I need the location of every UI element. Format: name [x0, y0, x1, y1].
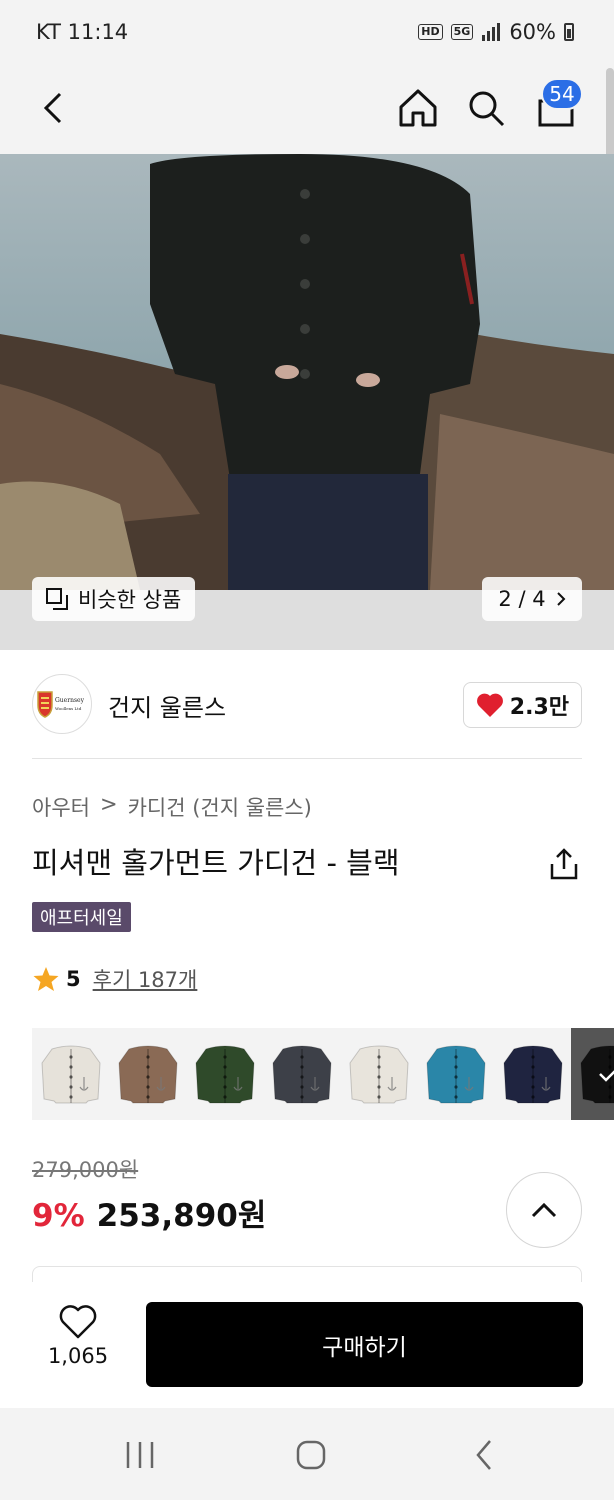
- brand-like-count: 2.3만: [509, 695, 569, 720]
- share-button[interactable]: [546, 846, 582, 882]
- back-nav-button[interactable]: [454, 1430, 514, 1480]
- brand-row: Guernsey Woollens Ltd 건지 울른스 2.3만: [32, 674, 582, 736]
- cardigan-thumbnail: [425, 1045, 486, 1104]
- chevron-up-icon: [531, 1202, 557, 1218]
- buy-button[interactable]: 구매하기: [146, 1302, 583, 1387]
- search-icon: [469, 91, 505, 127]
- status-bar: KT 11:14 HD 5G 60%: [0, 0, 614, 66]
- back-button[interactable]: [26, 80, 82, 136]
- cardigan-thumbnail: [502, 1045, 563, 1104]
- product-image-carousel[interactable]: 비슷한 상품 2 / 4: [0, 154, 614, 650]
- heart-outline-icon: [59, 1305, 97, 1339]
- color-swatch[interactable]: [340, 1028, 417, 1120]
- color-swatch[interactable]: [571, 1028, 614, 1120]
- battery-icon: [564, 23, 574, 41]
- price-row: 9% 253,890원: [32, 1190, 266, 1235]
- breadcrumb-separator-icon: >: [99, 792, 118, 816]
- rating-row: 5 후기 187개: [32, 964, 197, 994]
- color-swatch[interactable]: [186, 1028, 263, 1120]
- reviews-link[interactable]: 후기 187개: [93, 964, 198, 994]
- cardigan-thumbnail: [348, 1045, 409, 1104]
- color-swatch[interactable]: [32, 1028, 109, 1120]
- battery-percent: 60%: [509, 20, 556, 44]
- product-photo: [0, 154, 614, 590]
- purchase-bar: 1,065 구매하기: [0, 1282, 614, 1408]
- color-swatch[interactable]: [494, 1028, 571, 1120]
- brand-like-button[interactable]: 2.3만: [462, 682, 582, 728]
- network-5g-icon: 5G: [450, 24, 474, 40]
- product-title: 피셔맨 홀가먼트 가디건 - 블랙: [32, 846, 400, 880]
- brand-logo-text-1: Guernsey: [55, 697, 85, 704]
- brand-logo-text-2: Woollens Ltd: [55, 706, 82, 711]
- cardigan-thumbnail: [117, 1045, 178, 1104]
- wishlist-count: 1,065: [47, 1344, 109, 1368]
- back-arrow-icon: [43, 92, 62, 124]
- divider: [32, 758, 582, 759]
- recent-apps-button[interactable]: [110, 1430, 170, 1480]
- scroll-indicator[interactable]: [606, 68, 614, 158]
- brand-name[interactable]: 건지 울른스: [108, 688, 226, 723]
- home-nav-icon: [296, 1440, 326, 1470]
- share-icon: [550, 848, 578, 880]
- similar-products-label: 비슷한 상품: [78, 588, 182, 612]
- system-nav-bar: [0, 1408, 614, 1500]
- similar-products-button[interactable]: 비슷한 상품: [32, 577, 196, 621]
- cardigan-thumbnail: [40, 1045, 101, 1104]
- status-time: KT 11:14: [36, 20, 129, 44]
- hd-icon: HD: [418, 24, 443, 40]
- similar-squares-icon: [46, 588, 68, 610]
- chevron-right-icon: [556, 592, 565, 606]
- breadcrumb-subcategory[interactable]: 카디건 (건지 울른스): [128, 792, 312, 822]
- search-button[interactable]: [458, 80, 514, 136]
- recent-apps-icon: [126, 1442, 154, 1468]
- breadcrumb: 아우터 > 카디건 (건지 울른스): [32, 792, 312, 822]
- home-icon: [399, 89, 437, 127]
- back-nav-icon: [476, 1440, 491, 1470]
- home-nav-button[interactable]: [281, 1430, 341, 1480]
- status-icons: HD 5G 60%: [418, 20, 574, 44]
- cardigan-thumbnail: [194, 1045, 255, 1104]
- heart-filled-icon: [476, 693, 503, 717]
- color-swatch[interactable]: [263, 1028, 340, 1120]
- color-swatch[interactable]: [417, 1028, 494, 1120]
- color-swatch-list: [32, 1028, 614, 1120]
- selected-check-icon: [599, 1070, 614, 1082]
- brand-logo-icon: Guernsey Woollens Ltd: [37, 691, 85, 718]
- discount-rate: 9%: [32, 1198, 85, 1234]
- rating-score: 5: [66, 967, 81, 991]
- breadcrumb-category[interactable]: 아우터: [32, 792, 90, 822]
- scroll-to-top-button[interactable]: [506, 1172, 582, 1248]
- home-button[interactable]: [390, 80, 446, 136]
- pager-text: 2 / 4: [498, 587, 546, 611]
- color-swatch[interactable]: [109, 1028, 186, 1120]
- image-pager[interactable]: 2 / 4: [482, 577, 582, 621]
- top-nav: 54: [0, 66, 614, 154]
- sale-price: 253,890원: [96, 1198, 267, 1234]
- brand-logo[interactable]: Guernsey Woollens Ltd: [32, 674, 92, 734]
- signal-icon: [482, 23, 501, 41]
- cardigan-thumbnail: [271, 1045, 332, 1104]
- cart-count-badge: 54: [541, 78, 583, 110]
- star-icon: [33, 967, 59, 991]
- original-price: 279,000원: [32, 1158, 139, 1182]
- after-sale-badge: 애프터세일: [32, 902, 131, 932]
- wishlist-button[interactable]: 1,065: [36, 1304, 120, 1380]
